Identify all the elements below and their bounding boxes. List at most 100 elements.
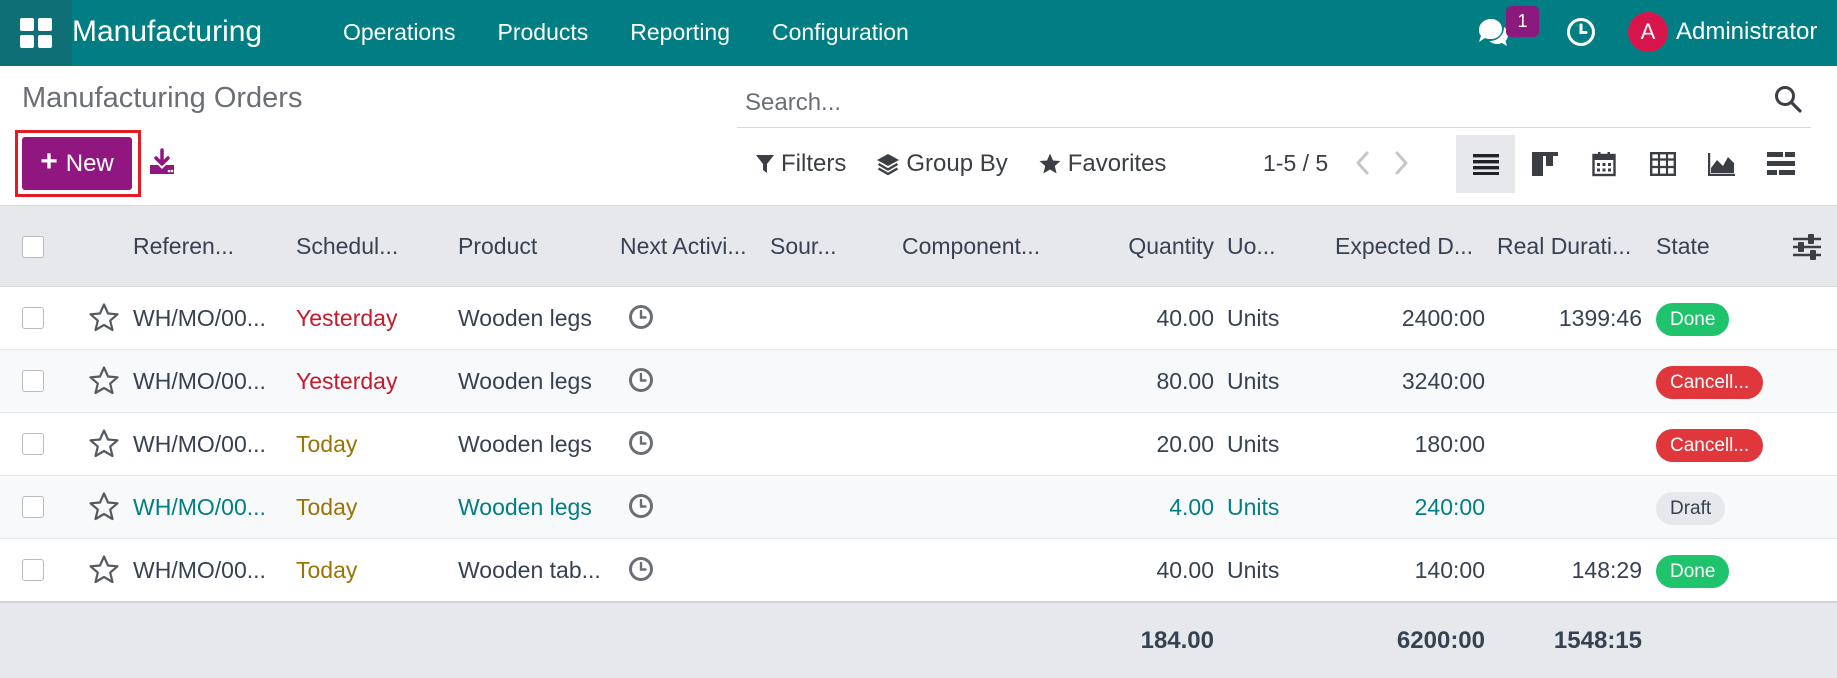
pivot-view-button[interactable] xyxy=(1633,135,1692,193)
cell-scheduled-date: Today xyxy=(296,557,358,583)
column-expected-duration[interactable]: Expected D... xyxy=(1335,206,1485,288)
pivot-view-icon xyxy=(1649,152,1676,176)
chevron-right-icon[interactable] xyxy=(1391,150,1411,176)
priority-star-icon[interactable] xyxy=(88,365,120,397)
cell-real-duration xyxy=(1497,476,1642,538)
column-state[interactable]: State xyxy=(1656,206,1756,288)
list-view-button[interactable] xyxy=(1456,135,1515,193)
cell-expected-duration: 2400:00 xyxy=(1401,305,1485,331)
favorites-button[interactable]: Favorites xyxy=(1038,150,1166,178)
cell-product: Wooden legs xyxy=(458,305,592,331)
table-row[interactable]: WH/MO/00... Today Wooden legs 20.00 Unit… xyxy=(0,413,1837,476)
cell-uom: Units xyxy=(1227,494,1280,520)
layers-icon xyxy=(877,154,900,176)
status-badge: Done xyxy=(1656,555,1730,588)
priority-star-icon[interactable] xyxy=(88,554,120,586)
status-badge: Cancell... xyxy=(1656,366,1764,399)
cell-quantity: 20.00 xyxy=(1156,431,1214,457)
new-button[interactable]: + New xyxy=(22,137,132,190)
cell-quantity: 4.00 xyxy=(1169,494,1214,520)
page-title: Manufacturing Orders xyxy=(22,82,303,114)
search-options: Filters Group By Favorites xyxy=(755,142,1166,186)
column-uom[interactable]: Uo... xyxy=(1227,206,1293,288)
table-row[interactable]: WH/MO/00... Yesterday Wooden legs 40.00 … xyxy=(0,287,1837,350)
gantt-view-button[interactable] xyxy=(1751,135,1810,193)
row-checkbox[interactable] xyxy=(22,433,44,455)
filter-icon xyxy=(756,155,774,173)
row-checkbox[interactable] xyxy=(22,370,44,392)
group-by-label: Group By xyxy=(906,150,1008,177)
menu-products[interactable]: Products xyxy=(477,0,610,66)
priority-star-icon[interactable] xyxy=(88,302,120,334)
priority-star-icon[interactable] xyxy=(88,491,120,523)
select-all-checkbox[interactable] xyxy=(22,236,44,258)
search-input[interactable] xyxy=(737,80,1737,126)
activity-clock-icon[interactable] xyxy=(627,303,655,331)
graph-view-icon xyxy=(1707,153,1735,176)
cell-expected-duration: 3240:00 xyxy=(1401,368,1485,394)
column-product[interactable]: Product xyxy=(458,206,606,288)
cell-real-duration: 1399:46 xyxy=(1558,305,1642,331)
activity-clock-icon[interactable] xyxy=(627,492,655,520)
messages-icon[interactable] xyxy=(1476,16,1510,50)
new-button-label: New xyxy=(65,149,114,177)
row-checkbox[interactable] xyxy=(22,559,44,581)
cell-scheduled-date: Today xyxy=(296,431,358,457)
list-view-icon xyxy=(1472,154,1499,175)
table-row[interactable]: WH/MO/00... Today Wooden tab... 40.00 Un… xyxy=(0,539,1837,602)
column-components[interactable]: Component... xyxy=(902,206,1052,288)
app-title[interactable]: Manufacturing xyxy=(72,0,262,66)
row-checkbox[interactable] xyxy=(22,496,44,518)
message-count-badge[interactable]: 1 xyxy=(1506,6,1539,37)
table-header: Referen... Schedul... Product Next Activ… xyxy=(0,205,1837,287)
table-row[interactable]: WH/MO/00... Today Wooden legs 4.00 Units… xyxy=(0,476,1837,539)
search-icon[interactable] xyxy=(1773,84,1803,114)
activity-clock-icon[interactable] xyxy=(627,366,655,394)
cell-reference: WH/MO/00... xyxy=(133,431,266,457)
status-badge: Draft xyxy=(1656,492,1726,525)
column-source[interactable]: Sour... xyxy=(770,206,870,288)
app-menu-button[interactable] xyxy=(0,0,72,66)
menu-configuration[interactable]: Configuration xyxy=(751,0,930,66)
download-icon[interactable] xyxy=(148,148,176,176)
top-navbar: Manufacturing Operations Products Report… xyxy=(0,0,1837,66)
activity-clock-icon[interactable] xyxy=(627,555,655,583)
column-scheduled-date[interactable]: Schedul... xyxy=(296,206,444,288)
filters-button[interactable]: Filters xyxy=(755,150,846,178)
cell-expected-duration: 240:00 xyxy=(1414,494,1485,520)
menu-operations[interactable]: Operations xyxy=(322,0,477,66)
avatar[interactable]: A xyxy=(1628,12,1668,52)
activity-clock-icon[interactable] xyxy=(1565,16,1597,48)
optional-columns-icon[interactable] xyxy=(1793,234,1821,260)
cell-reference: WH/MO/00... xyxy=(133,305,266,331)
cell-reference: WH/MO/00... xyxy=(133,494,266,520)
gantt-view-icon xyxy=(1766,152,1795,175)
cell-real-duration xyxy=(1497,413,1642,475)
kanban-view-button[interactable] xyxy=(1515,135,1574,193)
row-checkbox[interactable] xyxy=(22,307,44,329)
filters-label: Filters xyxy=(781,150,847,177)
pager-value[interactable]: 1-5 / 5 xyxy=(1263,150,1328,177)
priority-star-icon[interactable] xyxy=(88,428,120,460)
main-menu: Operations Products Reporting Configurat… xyxy=(322,0,930,66)
cell-uom: Units xyxy=(1227,557,1280,583)
column-next-activity[interactable]: Next Activi... xyxy=(620,206,756,288)
star-icon xyxy=(1039,153,1061,174)
user-name[interactable]: Administrator xyxy=(1676,0,1817,66)
column-reference[interactable]: Referen... xyxy=(133,206,281,288)
column-real-duration[interactable]: Real Durati... xyxy=(1497,206,1642,288)
cell-expected-duration: 180:00 xyxy=(1414,431,1485,457)
apps-grid-icon xyxy=(20,18,52,48)
menu-reporting[interactable]: Reporting xyxy=(609,0,751,66)
group-by-button[interactable]: Group By xyxy=(876,150,1008,178)
table-row[interactable]: WH/MO/00... Yesterday Wooden legs 80.00 … xyxy=(0,350,1837,413)
cell-reference: WH/MO/00... xyxy=(133,368,266,394)
cell-product: Wooden legs xyxy=(458,431,592,457)
graph-view-button[interactable] xyxy=(1692,135,1751,193)
calendar-view-button[interactable] xyxy=(1574,135,1633,193)
cell-uom: Units xyxy=(1227,305,1280,331)
total-real-duration: 1548:15 xyxy=(1553,627,1642,654)
activity-clock-icon[interactable] xyxy=(627,429,655,457)
column-quantity[interactable]: Quantity xyxy=(1080,206,1214,288)
chevron-left-icon[interactable] xyxy=(1353,150,1373,176)
